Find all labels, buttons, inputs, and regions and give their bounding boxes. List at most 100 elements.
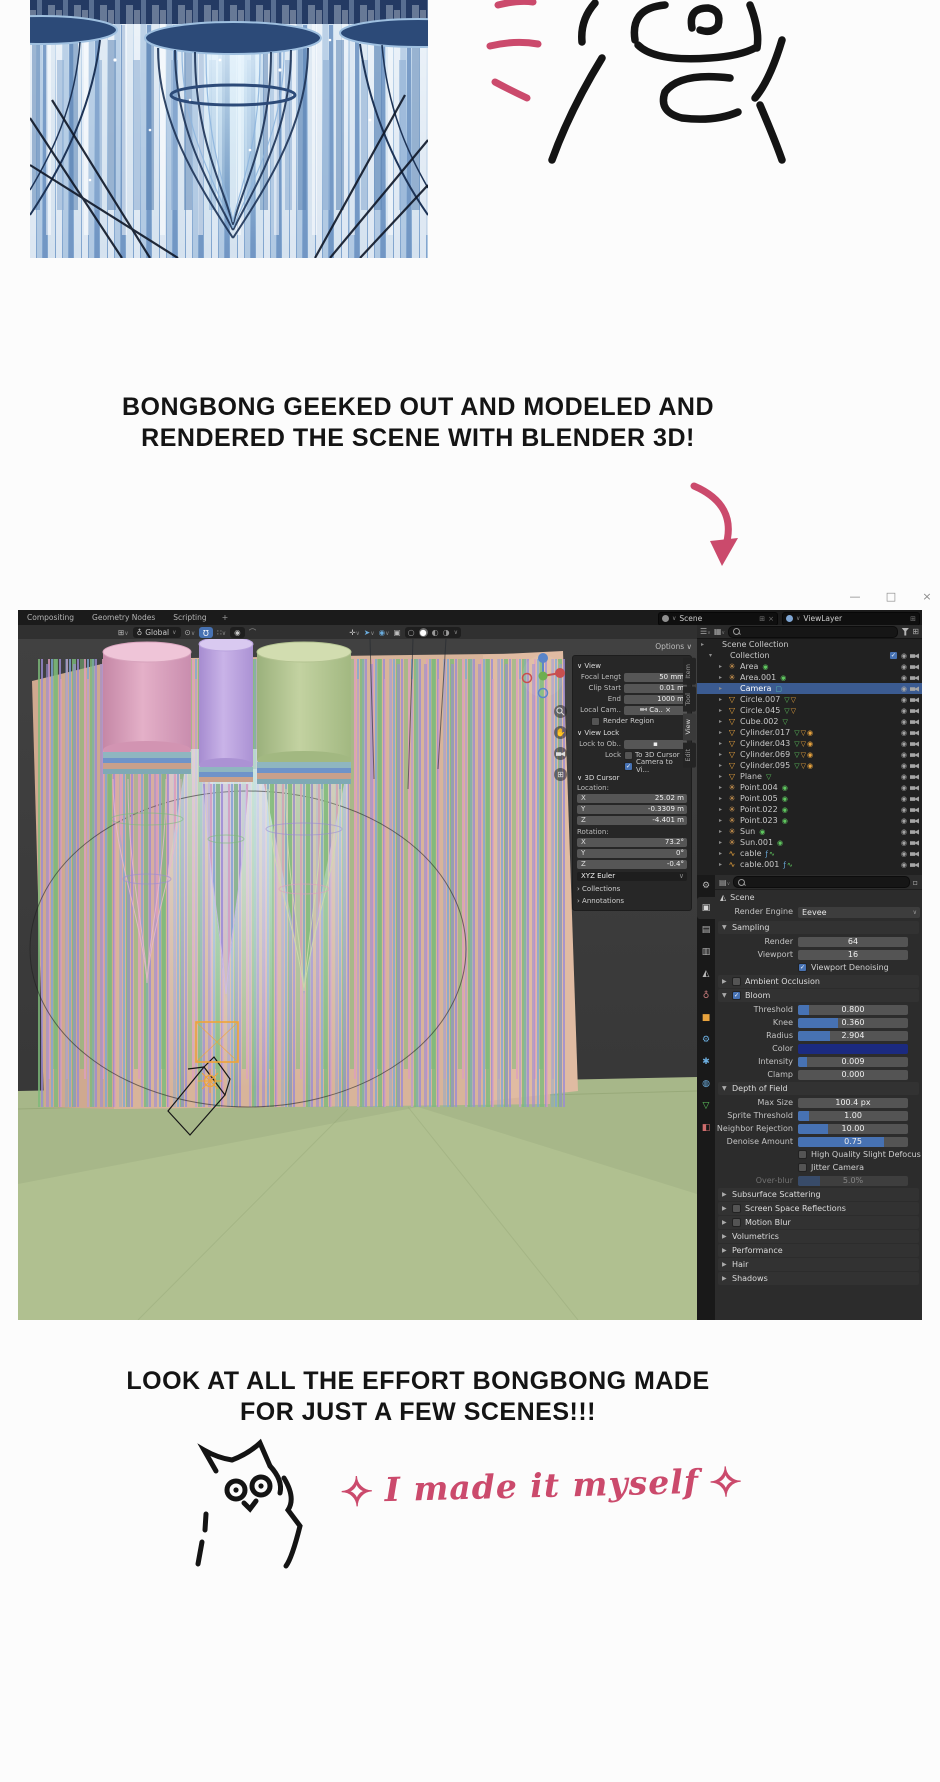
hide-eye-icon[interactable]: ◉ — [901, 773, 907, 781]
render-camera-icon[interactable] — [910, 696, 919, 703]
expand-arrow-icon[interactable]: ▸ — [719, 773, 727, 780]
section-checkbox[interactable] — [732, 1218, 741, 1227]
slider[interactable]: 5.0% — [798, 1176, 908, 1186]
render-camera-icon[interactable] — [910, 806, 919, 813]
neighbor-rejection-row[interactable]: Neighbor Rejection10.00 — [715, 1122, 922, 1135]
render-camera-icon[interactable] — [910, 652, 919, 659]
outliner-item-cable-001[interactable]: ▸∿cable.001ƒ∿◉ — [697, 859, 922, 870]
outliner-search-input[interactable] — [728, 626, 898, 638]
outliner-item-area[interactable]: ▸✳Area◉◉ — [697, 661, 922, 672]
over-blur-row[interactable]: Over-blur5.0% — [715, 1174, 922, 1187]
slider[interactable]: 0.000 — [798, 1070, 908, 1080]
expand-arrow-icon[interactable]: ▸ — [719, 861, 727, 868]
expand-arrow-icon[interactable]: ▸ — [719, 795, 727, 802]
hide-eye-icon[interactable]: ◉ — [901, 817, 907, 825]
render-camera-icon[interactable] — [910, 729, 919, 736]
render-camera-icon[interactable] — [910, 685, 919, 692]
cursor-rotation-y[interactable]: Y0° — [577, 848, 687, 858]
camera-to-view-check[interactable]: ✓ Camera to Vi... — [624, 761, 687, 771]
hide-eye-icon[interactable]: ◉ — [901, 861, 907, 869]
section-hair[interactable]: ▶Hair — [718, 1258, 919, 1271]
hide-eye-icon[interactable]: ◉ — [901, 762, 907, 770]
properties-filter-icon[interactable]: ▤∨ — [719, 878, 730, 887]
outliner-item-circle-007[interactable]: ▸▽Circle.007▽▽◉ — [697, 694, 922, 705]
outliner-filter-mode-icon[interactable]: ▦∨ — [714, 627, 725, 636]
object-properties-tab[interactable]: ■ — [697, 1007, 715, 1029]
intensity-row[interactable]: Intensity0.009 — [715, 1055, 922, 1068]
cursor-location-z[interactable]: Z-4.401 m — [577, 815, 687, 825]
pivot-point-dropdown[interactable]: ⊙∨ — [185, 628, 196, 637]
outliner-item-cylinder-069[interactable]: ▸▽Cylinder.069▽▽◉◉ — [697, 749, 922, 760]
scene-properties-tab[interactable]: ◭ — [697, 963, 715, 985]
value-field[interactable]: 64 — [798, 937, 908, 947]
render-camera-icon[interactable] — [910, 707, 919, 714]
hide-eye-icon[interactable]: ◉ — [901, 839, 907, 847]
section-volumetrics[interactable]: ▶Volumetrics — [718, 1230, 919, 1243]
transform-orientation-dropdown[interactable]: ♁ Global ∨ — [133, 627, 181, 638]
render-camera-icon[interactable] — [910, 663, 919, 670]
expand-arrow-icon[interactable]: ▸ — [719, 806, 727, 813]
outliner-display-mode-icon[interactable]: ☰∨ — [700, 627, 711, 636]
render-region-check[interactable]: Render Region — [591, 716, 687, 726]
expand-arrow-icon[interactable]: ▸ — [719, 784, 727, 791]
render-camera-icon[interactable] — [910, 762, 919, 769]
section-subsurface-scattering[interactable]: ▶Subsurface Scattering — [718, 1188, 919, 1201]
render-camera-icon[interactable] — [910, 850, 919, 857]
workspace-tab-compositing[interactable]: Compositing — [18, 610, 83, 625]
viewport-denoising-row[interactable]: ✓Viewport Denoising — [715, 961, 922, 974]
expand-arrow-icon[interactable]: ▸ — [719, 707, 727, 714]
outliner-item-cylinder-017[interactable]: ▸▽Cylinder.017▽▽◉◉ — [697, 727, 922, 738]
render-row[interactable]: Render64 — [715, 935, 922, 948]
clip-end-row[interactable]: End 1000 m — [577, 694, 687, 704]
outliner-item-camera[interactable]: ▸Camera▢◉ — [697, 683, 922, 694]
color-swatch[interactable] — [798, 1044, 908, 1054]
hide-eye-icon[interactable]: ◉ — [901, 729, 907, 737]
delete-scene-icon[interactable]: × — [768, 615, 774, 623]
new-scene-icon[interactable]: ⊞ — [759, 615, 765, 623]
close-button[interactable]: × — [917, 588, 937, 606]
render-camera-icon[interactable] — [910, 674, 919, 681]
checkbox-off[interactable] — [624, 751, 633, 760]
slider[interactable]: 0.360 — [798, 1018, 908, 1028]
cursor-rotation-x[interactable]: X73.2° — [577, 837, 687, 847]
view-section-header[interactable]: ∨ View — [577, 662, 687, 670]
object-data-properties-tab[interactable]: ▽ — [697, 1095, 715, 1117]
section-screen-space-reflections[interactable]: ▶Screen Space Reflections — [718, 1202, 919, 1215]
expand-arrow-icon[interactable]: ▸ — [719, 839, 727, 846]
hide-eye-icon[interactable]: ◉ — [901, 718, 907, 726]
outliner-collection[interactable]: ▾Collection✓◉ — [697, 650, 922, 661]
local-camera-row[interactable]: Local Cam.. Ca.. × — [577, 705, 687, 715]
hide-eye-icon[interactable]: ◉ — [901, 795, 907, 803]
outliner-item-circle-045[interactable]: ▸▽Circle.045▽▽◉ — [697, 705, 922, 716]
checkbox-on[interactable]: ✓ — [798, 963, 807, 972]
denoise-amount-row[interactable]: Denoise Amount0.75 — [715, 1135, 922, 1148]
outliner-item-point-005[interactable]: ▸✳Point.005◉◉ — [697, 793, 922, 804]
max-size-row[interactable]: Max Size100.4 px — [715, 1096, 922, 1109]
outliner-item-point-022[interactable]: ▸✳Point.022◉◉ — [697, 804, 922, 815]
knee-row[interactable]: Knee0.360 — [715, 1016, 922, 1029]
value-field[interactable]: 16 — [798, 950, 908, 960]
viewport-options-dropdown[interactable]: Options ∨ — [655, 642, 692, 651]
camera-view-icon[interactable] — [554, 747, 567, 760]
section-checkbox[interactable] — [732, 1204, 741, 1213]
outliner-item-point-023[interactable]: ▸✳Point.023◉◉ — [697, 815, 922, 826]
workspace-tab-geometry-nodes[interactable]: Geometry Nodes — [83, 610, 164, 625]
outliner-item-cylinder-095[interactable]: ▸▽Cylinder.095▽▽◉◉ — [697, 760, 922, 771]
new-viewlayer-icon[interactable]: ⊞ — [910, 615, 916, 623]
section-motion-blur[interactable]: ▶Motion Blur — [718, 1216, 919, 1229]
hide-eye-icon[interactable]: ◉ — [901, 740, 907, 748]
snap-magnet-toggle[interactable]: Ω — [199, 627, 213, 638]
scene-selector[interactable]: ∨ Scene ⊞ × — [658, 612, 778, 626]
n-panel-tab-item[interactable]: Item — [683, 658, 696, 685]
tool-properties-tab[interactable]: ⚙ — [697, 875, 715, 897]
hide-eye-icon[interactable]: ◉ — [901, 685, 907, 693]
render-camera-icon[interactable] — [910, 817, 919, 824]
section-checkbox[interactable]: ✓ — [732, 991, 741, 1000]
sprite-threshold-row[interactable]: Sprite Threshold1.00 — [715, 1109, 922, 1122]
expand-arrow-icon[interactable]: ▸ — [701, 641, 709, 648]
xray-toggle[interactable]: ▣ — [394, 628, 401, 637]
render-camera-icon[interactable] — [910, 839, 919, 846]
render-camera-icon[interactable] — [910, 861, 919, 868]
expand-arrow-icon[interactable]: ▸ — [719, 850, 727, 857]
hide-eye-icon[interactable]: ◉ — [901, 652, 907, 660]
